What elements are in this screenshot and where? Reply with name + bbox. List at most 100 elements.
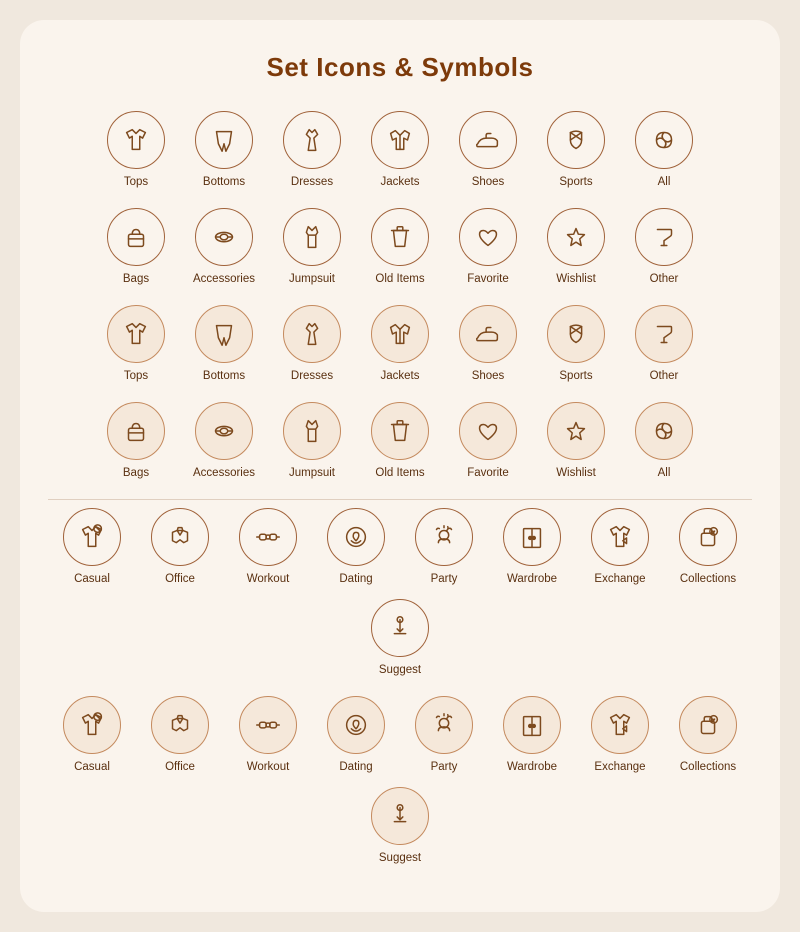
icon-office [151, 696, 209, 754]
list-item[interactable]: Sports [538, 305, 614, 384]
list-item[interactable]: Bottoms [186, 111, 262, 190]
icon-dresses [283, 305, 341, 363]
icon-shoes [459, 305, 517, 363]
list-item[interactable]: Old Items [362, 208, 438, 287]
list-item[interactable]: Office [142, 508, 218, 587]
list-item[interactable]: Workout [230, 696, 306, 775]
icon-row-5: Casual Office Workout Dating Party Wardrobe Ex… [48, 696, 752, 866]
icon-shoes [459, 111, 517, 169]
icon-tops [107, 111, 165, 169]
icon-label: Collections [680, 760, 736, 775]
list-item[interactable]: Party [406, 508, 482, 587]
icon-favorite [459, 402, 517, 460]
icon-workout [239, 508, 297, 566]
list-item[interactable]: Wishlist [538, 208, 614, 287]
list-item[interactable]: All [626, 111, 702, 190]
list-item[interactable]: Exchange [582, 696, 658, 775]
list-item[interactable]: Tops [98, 111, 174, 190]
icon-label: Bottoms [203, 175, 245, 190]
icon-label: Other [650, 272, 679, 287]
list-item[interactable]: Wishlist [538, 402, 614, 481]
list-item[interactable]: Jackets [362, 305, 438, 384]
icon-sports [547, 111, 605, 169]
list-item[interactable]: Favorite [450, 208, 526, 287]
icon-label: Office [165, 760, 195, 775]
main-card: Set Icons & Symbols TopsBottomsDressesJa… [20, 20, 780, 912]
list-item[interactable]: Suggest [362, 787, 438, 866]
list-item[interactable]: Bags [98, 208, 174, 287]
list-item[interactable]: Other [626, 208, 702, 287]
icon-label: All [658, 466, 671, 481]
icon-jumpsuit [283, 402, 341, 460]
icon-row-1: Bags Accessories Jumpsuit Old ItemsFavorite… [48, 208, 752, 287]
list-item[interactable]: Shoes [450, 305, 526, 384]
icon-tops [107, 305, 165, 363]
icon-label: Jumpsuit [289, 272, 335, 287]
icon-label: Tops [124, 369, 148, 384]
icon-all [635, 111, 693, 169]
icon-label: All [658, 175, 671, 190]
icon-label: Dresses [291, 175, 333, 190]
icon-wishlist [547, 402, 605, 460]
list-item[interactable]: Accessories [186, 402, 262, 481]
list-item[interactable]: Dating [318, 696, 394, 775]
list-item[interactable]: Jumpsuit [274, 402, 350, 481]
list-item[interactable]: Old Items [362, 402, 438, 481]
list-item[interactable]: All [626, 402, 702, 481]
icon-label: Old Items [375, 466, 424, 481]
icon-label: Accessories [193, 272, 255, 287]
list-item[interactable]: Jumpsuit [274, 208, 350, 287]
list-item[interactable]: Tops [98, 305, 174, 384]
list-item[interactable]: Sports [538, 111, 614, 190]
icon-wardrobe [503, 508, 561, 566]
list-item[interactable]: Casual [54, 696, 130, 775]
list-item[interactable]: Wardrobe [494, 696, 570, 775]
list-item[interactable]: Jackets [362, 111, 438, 190]
list-item[interactable]: Favorite [450, 402, 526, 481]
icon-suggest [371, 599, 429, 657]
icon-office [151, 508, 209, 566]
icon-label: Other [650, 369, 679, 384]
icon-label: Accessories [193, 466, 255, 481]
icon-favorite [459, 208, 517, 266]
icon-label: Office [165, 572, 195, 587]
list-item[interactable]: Dating [318, 508, 394, 587]
list-item[interactable]: Dresses [274, 305, 350, 384]
list-item[interactable]: ♥ Collections [670, 696, 746, 775]
list-item[interactable]: Bags [98, 402, 174, 481]
icon-casual [63, 508, 121, 566]
list-item[interactable]: Shoes [450, 111, 526, 190]
list-item[interactable]: ♥Collections [670, 508, 746, 587]
list-item[interactable]: Wardrobe [494, 508, 570, 587]
list-item[interactable]: Exchange [582, 508, 658, 587]
icon-olditems [371, 208, 429, 266]
icon-label: Exchange [594, 760, 645, 775]
icon-row-0: Tops Bottoms Dresses Jackets Shoes Sports All [48, 111, 752, 190]
icon-label: Jackets [381, 175, 420, 190]
icon-dating [327, 696, 385, 754]
list-item[interactable]: Workout [230, 508, 306, 587]
icon-other [635, 305, 693, 363]
icon-accessories [195, 402, 253, 460]
list-item[interactable]: Party [406, 696, 482, 775]
icon-jackets [371, 111, 429, 169]
icon-label: Sports [559, 175, 592, 190]
icon-label: Shoes [472, 175, 505, 190]
list-item[interactable]: Office [142, 696, 218, 775]
icon-label: Wardrobe [507, 572, 557, 587]
icon-label: Favorite [467, 466, 509, 481]
list-item[interactable]: Suggest [362, 599, 438, 678]
list-item[interactable]: Casual [54, 508, 130, 587]
icon-collections: ♥ [679, 696, 737, 754]
icon-label: Shoes [472, 369, 505, 384]
icon-label: Party [431, 760, 458, 775]
list-item[interactable]: Accessories [186, 208, 262, 287]
list-item[interactable]: Bottoms [186, 305, 262, 384]
list-item[interactable]: Other [626, 305, 702, 384]
icon-label: Party [431, 572, 458, 587]
list-item[interactable]: Dresses [274, 111, 350, 190]
icon-label: Workout [247, 760, 290, 775]
icon-casual [63, 696, 121, 754]
icon-label: Bottoms [203, 369, 245, 384]
icon-label: Bags [123, 466, 149, 481]
